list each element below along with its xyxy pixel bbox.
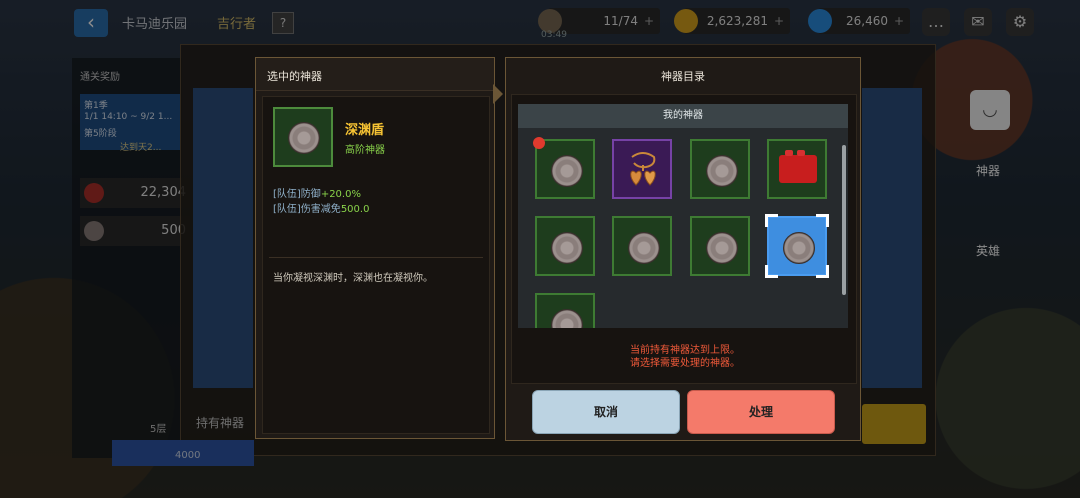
artifact-slot[interactable] <box>767 139 827 199</box>
artifact-grade: 高阶神器 <box>345 145 385 156</box>
abyss-shield-icon <box>706 155 738 187</box>
selection-corner <box>765 265 778 278</box>
stat-value: 500.0 <box>340 204 370 215</box>
artifact-description: 当你凝视深渊时，深渊也在凝视你。 <box>273 273 433 284</box>
abyss-shield-icon <box>783 232 815 264</box>
stat-value: +20.0% <box>320 189 361 200</box>
warning-line: 请选择需要处理的神器。 <box>630 358 740 369</box>
capacity-warning: 当前持有神器达到上限。 请选择需要处理的神器。 <box>508 344 862 370</box>
artifact-stat-damage-reduction: [队伍]伤害减免500.0 <box>273 200 369 215</box>
artifact-slot-selected[interactable] <box>765 214 829 278</box>
new-badge-dot <box>533 137 545 149</box>
stat-label: [队伍]防御 <box>273 189 321 200</box>
abyss-shield-icon <box>628 232 660 264</box>
process-button[interactable]: 处理 <box>687 390 835 434</box>
divider <box>269 257 483 258</box>
abyss-shield-icon <box>551 232 583 264</box>
selected-artifact-panel: 选中的神器 深渊盾 高阶神器 [队伍]防御+20.0% [队伍]伤害减免500.… <box>255 57 495 439</box>
panel-pointer-arrow <box>493 84 503 104</box>
grid-scrollbar[interactable] <box>842 145 846 295</box>
tab-my-artifacts[interactable]: 我的神器 <box>518 104 848 128</box>
red-brick-icon <box>779 150 817 183</box>
artifact-stat-defense: [队伍]防御+20.0% <box>273 185 361 200</box>
selected-artifact-detail: 深渊盾 高阶神器 [队伍]防御+20.0% [队伍]伤害减免500.0 当你凝视… <box>262 96 490 434</box>
stat-label: [队伍]伤害减免 <box>273 204 341 215</box>
artifact-slot[interactable] <box>612 139 672 199</box>
selection-corner <box>816 265 829 278</box>
artifact-slot[interactable] <box>690 216 750 276</box>
artifact-name: 深渊盾 <box>345 123 385 138</box>
artifact-slot[interactable] <box>690 139 750 199</box>
artifact-slot[interactable] <box>612 216 672 276</box>
artifact-slot[interactable] <box>535 139 595 199</box>
selection-corner <box>816 214 829 227</box>
abyss-shield-icon <box>706 232 738 264</box>
abyss-shield-icon <box>551 155 583 187</box>
artifact-slot[interactable] <box>535 293 595 328</box>
abyss-shield-icon <box>551 309 583 328</box>
selected-panel-title: 选中的神器 <box>267 70 322 83</box>
warning-line: 当前持有神器达到上限。 <box>630 345 740 356</box>
selected-panel-header: 选中的神器 <box>256 58 494 91</box>
selected-artifact-slot <box>273 107 333 167</box>
cancel-button[interactable]: 取消 <box>532 390 680 434</box>
artifact-slot[interactable] <box>535 216 595 276</box>
artifact-grid: 我的神器 <box>518 104 848 328</box>
catalog-title: 神器目录 <box>661 70 705 83</box>
heart-locket-icon <box>630 152 656 186</box>
selection-corner <box>765 214 778 227</box>
abyss-shield-icon <box>288 122 320 154</box>
